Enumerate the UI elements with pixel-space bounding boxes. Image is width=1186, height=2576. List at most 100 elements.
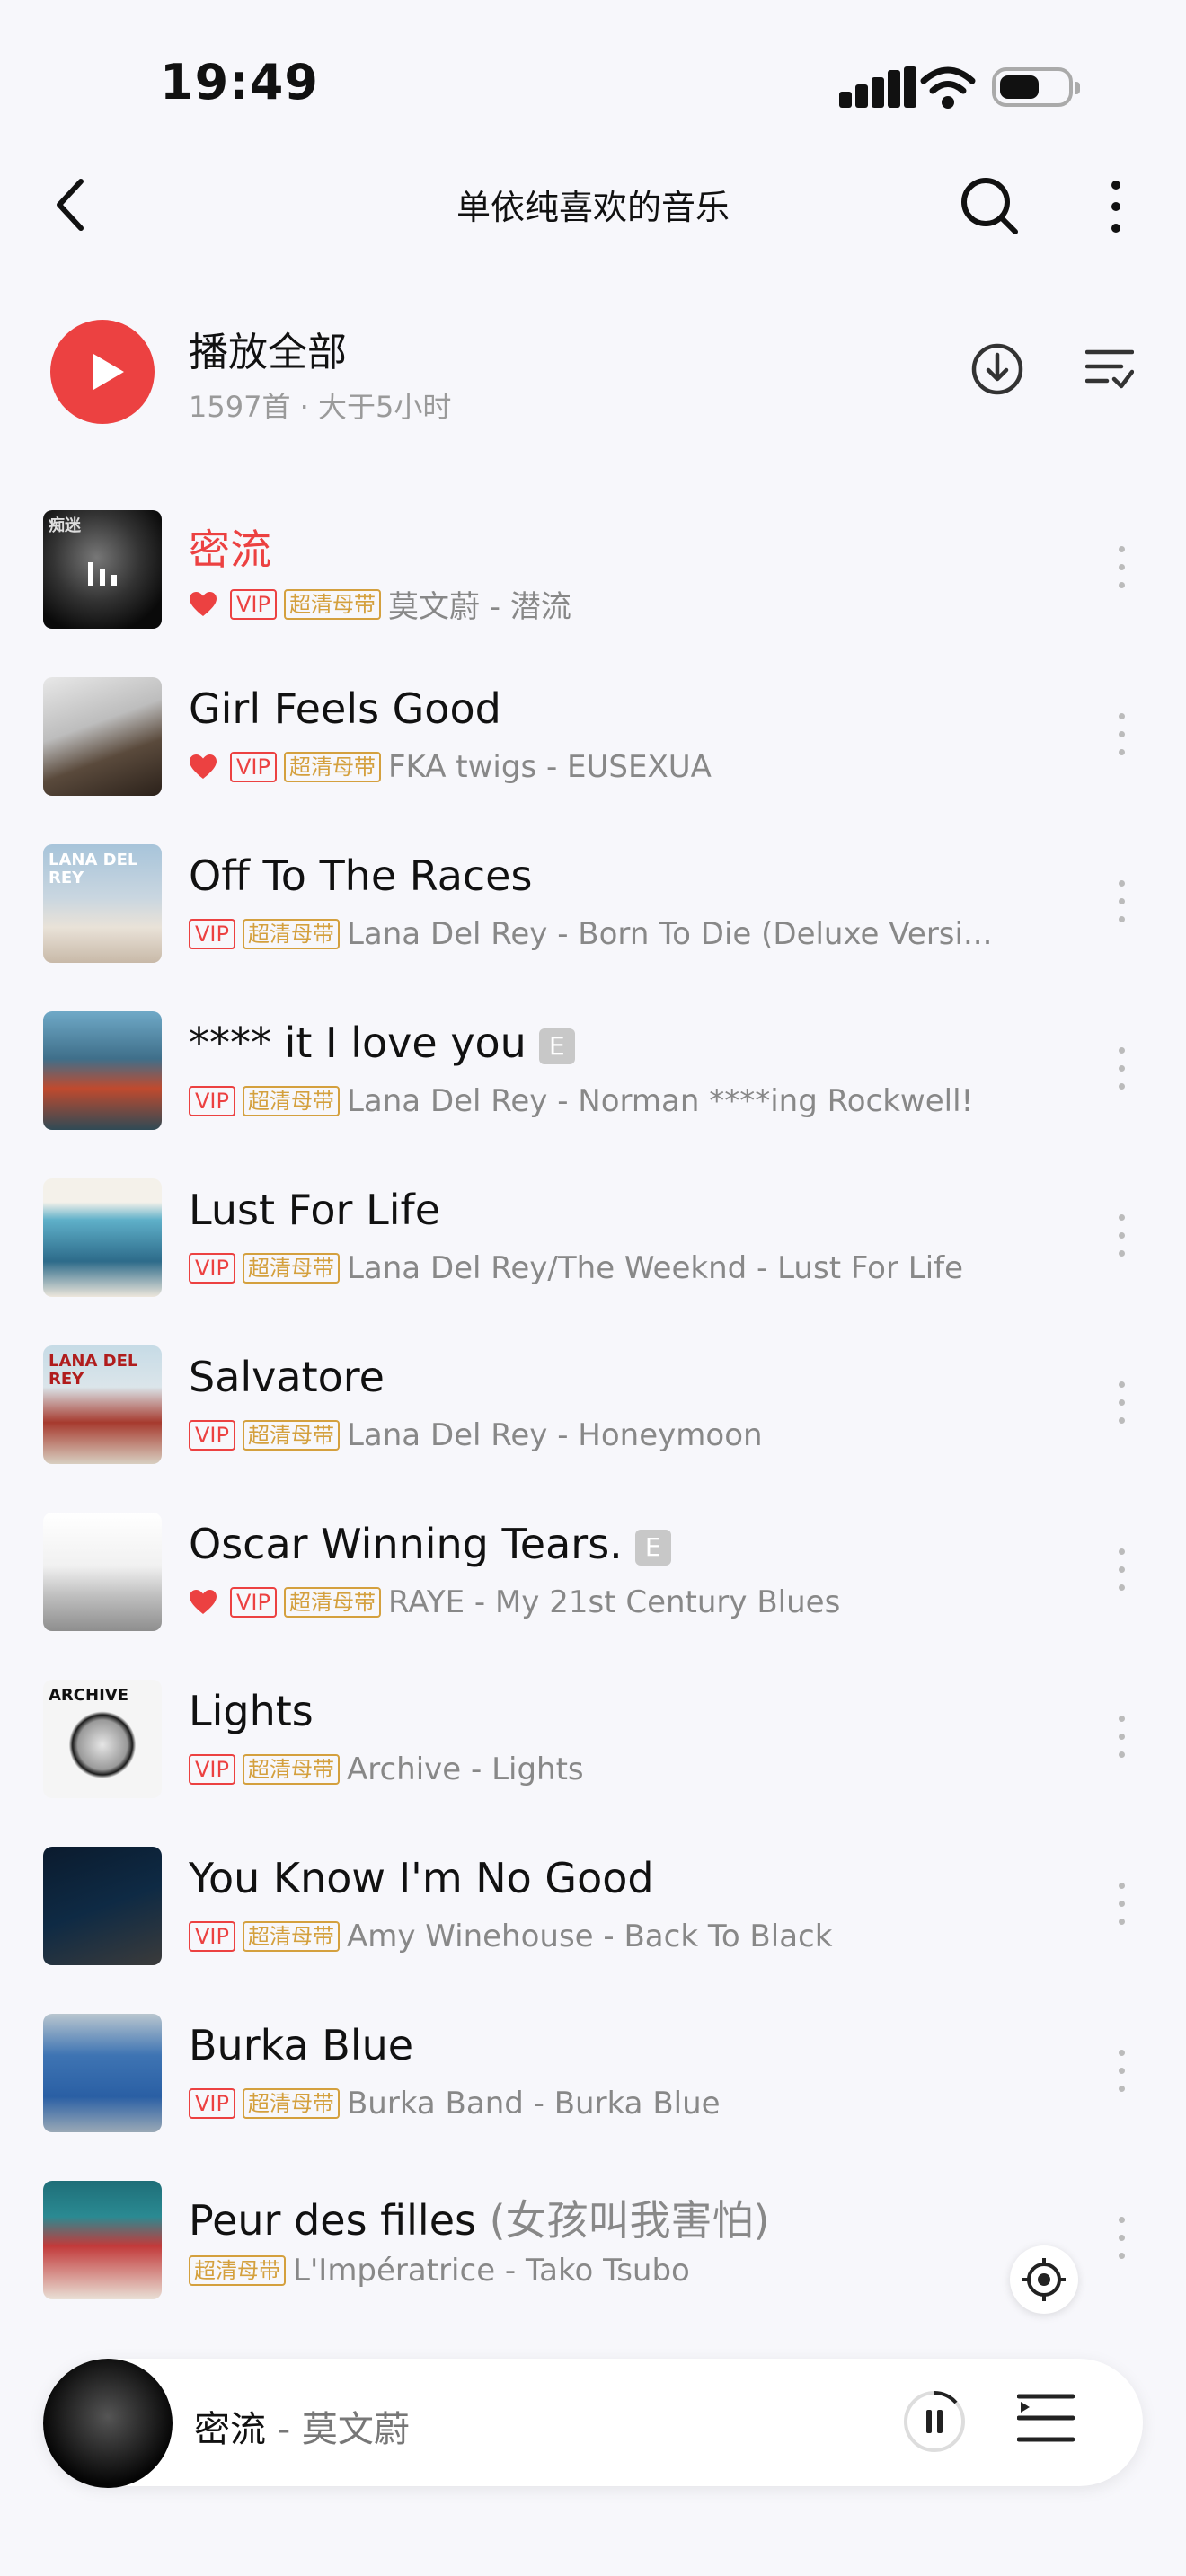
row-more-icon[interactable]	[1112, 1042, 1130, 1096]
album-cover[interactable]: LANA DEL REY	[43, 1345, 162, 1464]
pause-icon[interactable]	[902, 2389, 967, 2454]
song-title: Lust For Life	[189, 1186, 440, 1234]
song-meta: Lana Del Rey - Honeymoon	[346, 1417, 763, 1453]
row-more-icon[interactable]	[1112, 708, 1130, 762]
row-more-icon[interactable]	[1112, 1710, 1130, 1764]
mini-player-title[interactable]: 密流 - 莫文蔚	[194, 2400, 410, 2452]
song-title-line: Burka Blue	[189, 2021, 413, 2069]
album-cover[interactable]	[43, 1178, 162, 1297]
song-row[interactable]: Girl Feels Good VIP 超清母带 FKA twigs - EUSEXU…	[0, 648, 1186, 816]
hq-badge: 超清母带	[242, 919, 340, 949]
row-more-icon[interactable]	[1112, 1376, 1130, 1430]
cover-text: 痴迷	[49, 516, 81, 535]
song-title: Salvatore	[189, 1353, 385, 1401]
song-row[interactable]: Oscar Winning Tears. E VIP 超清母带 RAYE - My 21…	[0, 1484, 1186, 1651]
wifi-icon	[920, 66, 976, 109]
cover-text: LANA DEL REY	[49, 1352, 138, 1389]
play-all-button[interactable]	[50, 320, 155, 424]
album-cover[interactable]: 痴迷	[43, 510, 162, 629]
album-cover[interactable]: ARCHIVE	[43, 1680, 162, 1798]
song-title: Off To The Races	[189, 851, 533, 900]
song-meta-line: VIP 超清母带 Lana Del Rey - Norman ****ing Roc…	[189, 1083, 973, 1119]
locate-current-button[interactable]	[1010, 2245, 1078, 2314]
heart-icon[interactable]	[189, 591, 217, 618]
song-meta: Archive - Lights	[346, 1751, 584, 1787]
song-row[interactable]: Lust For Life VIP 超清母带 Lana Del Rey/The Wee…	[0, 1150, 1186, 1317]
song-title: Oscar Winning Tears.	[189, 1520, 623, 1568]
back-icon[interactable]	[50, 176, 93, 234]
search-icon[interactable]	[958, 174, 1021, 237]
song-title-line: Oscar Winning Tears. E	[189, 1520, 671, 1568]
song-row[interactable]: **** it I love you E VIP 超清母带 Lana Del Rey -…	[0, 983, 1186, 1150]
vip-badge: VIP	[230, 1587, 277, 1618]
vip-badge: VIP	[189, 1754, 235, 1785]
mini-player-cover[interactable]	[43, 2359, 173, 2488]
row-more-icon[interactable]	[1112, 2211, 1130, 2265]
song-row[interactable]: Peur des filles (女孩叫我害怕) 超清母带 L'Impératric…	[0, 2152, 1186, 2319]
vip-badge: VIP	[189, 1086, 235, 1116]
song-title-line: 密流	[189, 517, 271, 577]
song-meta-line: VIP 超清母带 Lana Del Rey - Honeymoon	[189, 1417, 763, 1453]
song-title-line: You Know I'm No Good	[189, 1854, 654, 1902]
row-more-icon[interactable]	[1112, 2044, 1130, 2098]
vip-badge: VIP	[189, 919, 235, 949]
song-row[interactable]: LANA DEL REY Salvatore VIP 超清母带 Lana Del Rey…	[0, 1317, 1186, 1484]
hq-badge: 超清母带	[283, 1587, 381, 1618]
song-title-line: Lust For Life	[189, 1186, 440, 1234]
vip-badge: VIP	[189, 1253, 235, 1284]
song-count: 1597首 · 大于5小时	[189, 390, 452, 424]
download-icon[interactable]	[970, 341, 1024, 397]
heart-icon[interactable]	[189, 1589, 217, 1616]
song-meta-line: VIP 超清母带 Lana Del Rey - Born To Die (Delux…	[189, 916, 992, 952]
song-meta: Lana Del Rey/The Weeknd - Lust For Life	[346, 1250, 964, 1286]
row-more-icon[interactable]	[1112, 875, 1130, 929]
song-meta: RAYE - My 21st Century Blues	[387, 1584, 841, 1620]
song-row[interactable]: 痴迷 密流 VIP 超清母带 莫文蔚 - 潜流	[0, 481, 1186, 648]
song-meta: L'Impératrice - Tako Tsubo	[293, 2253, 690, 2289]
album-cover[interactable]	[43, 1847, 162, 1965]
status-time: 19:49	[160, 54, 319, 110]
cover-text: ARCHIVE	[49, 1686, 128, 1705]
hq-badge: 超清母带	[283, 752, 381, 782]
song-subtitle: (女孩叫我害怕)	[489, 2196, 770, 2245]
heart-icon[interactable]	[189, 754, 217, 781]
album-cover[interactable]: LANA DEL REY	[43, 844, 162, 963]
playlist-icon[interactable]	[1017, 2389, 1075, 2447]
sort-icon[interactable]	[1085, 347, 1134, 392]
song-row[interactable]: You Know I'm No Good VIP 超清母带 Amy Winehouse…	[0, 1818, 1186, 1985]
song-title-line: **** it I love you E	[189, 1019, 575, 1067]
vip-badge: VIP	[230, 588, 277, 620]
song-meta-line: VIP 超清母带 FKA twigs - EUSEXUA	[189, 749, 712, 785]
song-row[interactable]: Burka Blue VIP 超清母带 Burka Band - Burka Blue	[0, 1985, 1186, 2152]
signal-icon	[839, 66, 916, 108]
album-cover[interactable]	[43, 677, 162, 796]
album-cover[interactable]	[43, 2181, 162, 2299]
row-more-icon[interactable]	[1112, 1877, 1130, 1931]
song-title-line: Girl Feels Good	[189, 684, 501, 733]
song-title: Burka Blue	[189, 2021, 414, 2069]
row-more-icon[interactable]	[1112, 541, 1130, 595]
song-meta-line: VIP 超清母带 Amy Winehouse - Back To Black	[189, 1919, 832, 1954]
song-meta-line: VIP 超清母带 Burka Band - Burka Blue	[189, 2086, 721, 2122]
album-cover[interactable]	[43, 1011, 162, 1130]
song-row[interactable]: ARCHIVE Lights VIP 超清母带 Archive - Lights	[0, 1651, 1186, 1818]
mini-player-song: 密流	[194, 2409, 266, 2450]
song-meta: FKA twigs - EUSEXUA	[387, 749, 712, 785]
hq-badge: 超清母带	[242, 1420, 340, 1451]
song-row[interactable]: LANA DEL REY Off To The Races VIP 超清母带 Lana …	[0, 816, 1186, 983]
vip-badge: VIP	[189, 1420, 235, 1451]
song-title-line: Lights	[189, 1687, 314, 1735]
hq-badge: 超清母带	[242, 1754, 340, 1785]
cover-text: LANA DEL REY	[49, 851, 138, 887]
vip-badge: VIP	[189, 2088, 235, 2119]
row-more-icon[interactable]	[1112, 1543, 1130, 1597]
more-vertical-icon[interactable]	[1098, 178, 1134, 235]
hq-badge: 超清母带	[242, 1086, 340, 1116]
song-meta-line: VIP 超清母带 RAYE - My 21st Century Blues	[189, 1584, 840, 1620]
hq-badge: 超清母带	[283, 588, 381, 620]
album-cover[interactable]	[43, 2014, 162, 2132]
song-title: Girl Feels Good	[189, 684, 501, 733]
row-more-icon[interactable]	[1112, 1209, 1130, 1263]
album-cover[interactable]	[43, 1513, 162, 1631]
play-all-label[interactable]: 播放全部	[189, 320, 347, 377]
